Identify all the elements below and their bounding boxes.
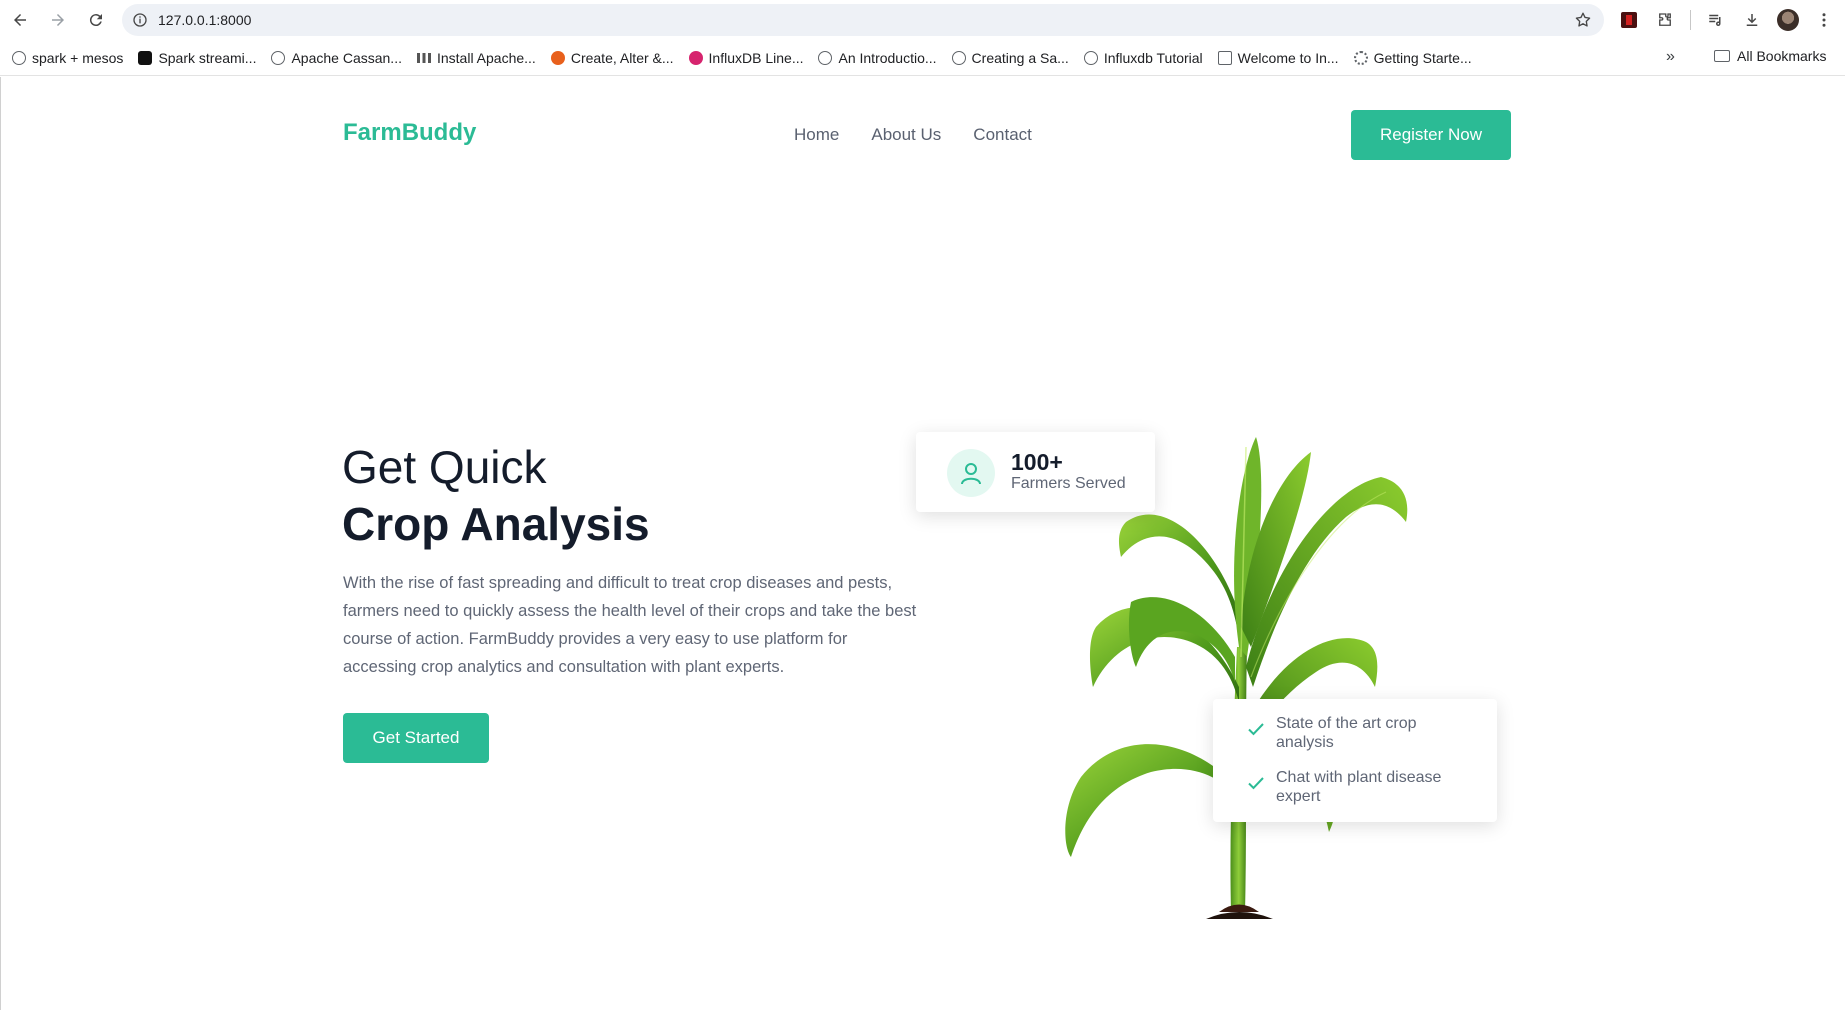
page-content: FarmBuddy Home About Us Contact Register… (0, 77, 1845, 1010)
download-icon[interactable] (1741, 9, 1763, 31)
forward-icon[interactable] (40, 2, 76, 38)
hero-title-line1: Get Quick (342, 441, 547, 493)
bookmark-item[interactable]: Welcome to In... (1217, 50, 1339, 66)
site-favicon-icon (1353, 50, 1368, 65)
back-icon[interactable] (2, 2, 38, 38)
browser-toolbar: 127.0.0.1:8000 (0, 0, 1845, 40)
more-bookmarks-chevron-icon[interactable]: » (1666, 48, 1675, 66)
bookmark-item[interactable]: Getting Starte... (1353, 50, 1472, 66)
user-icon (947, 449, 995, 497)
hero-description: With the rise of fast spreading and diff… (343, 574, 917, 676)
bookmark-item[interactable]: Creating a Sa... (951, 50, 1069, 66)
nav-about-link[interactable]: About Us (871, 125, 941, 145)
extension-pdf-icon[interactable] (1618, 9, 1640, 31)
media-queue-icon[interactable] (1705, 9, 1727, 31)
site-info-icon[interactable] (132, 12, 148, 28)
all-bookmarks-button[interactable]: All Bookmarks (1714, 48, 1826, 64)
bookmark-item[interactable]: Spark streami... (138, 50, 256, 66)
main-nav: Home About Us Contact (794, 125, 1032, 145)
site-favicon-icon (138, 50, 153, 65)
bookmark-item[interactable]: Create, Alter &... (550, 50, 674, 66)
globe-icon (12, 50, 26, 65)
bookmark-item[interactable]: Install Apache... (416, 50, 536, 66)
get-started-button[interactable]: Get Started (343, 713, 489, 763)
features-card: State of the art crop analysis Chat with… (1213, 699, 1497, 822)
globe-icon (271, 50, 286, 65)
brand-logo[interactable]: FarmBuddy (343, 119, 476, 147)
browser-menu-icon[interactable] (1813, 9, 1835, 31)
bookmark-item[interactable]: Apache Cassan... (271, 50, 402, 66)
toolbar-divider (1690, 10, 1691, 30)
globe-icon (951, 50, 966, 65)
farmers-served-card: 100+ Farmers Served (916, 432, 1155, 512)
feature-item: Chat with plant disease expert (1247, 768, 1466, 806)
globe-icon (818, 50, 833, 65)
hero-title-line2: Crop Analysis (342, 498, 650, 550)
url-text[interactable]: 127.0.0.1:8000 (158, 12, 251, 28)
address-bar[interactable]: 127.0.0.1:8000 (122, 4, 1604, 36)
site-favicon-icon (416, 52, 431, 63)
bookmark-item[interactable]: An Introductio... (818, 50, 937, 66)
nav-contact-link[interactable]: Contact (973, 125, 1032, 145)
check-icon (1248, 777, 1264, 790)
profile-avatar[interactable] (1777, 9, 1799, 31)
check-icon (1248, 723, 1264, 736)
extensions-puzzle-icon[interactable] (1654, 9, 1676, 31)
bookmark-item[interactable]: Influxdb Tutorial (1083, 50, 1203, 66)
bookmark-item[interactable]: InfluxDB Line... (688, 50, 803, 66)
stat-label: Farmers Served (1011, 475, 1126, 492)
folder-icon (1714, 50, 1730, 62)
stat-value: 100+ (1011, 449, 1063, 475)
bookmarks-bar: spark + mesos Spark streami... Apache Ca… (0, 40, 1845, 76)
globe-icon (1083, 50, 1098, 65)
nav-home-link[interactable]: Home (794, 125, 839, 145)
reload-icon[interactable] (78, 2, 114, 38)
site-favicon-icon (688, 50, 703, 65)
site-favicon-icon (550, 50, 565, 65)
bookmark-item[interactable]: spark + mesos (12, 50, 123, 66)
site-favicon-icon (1217, 50, 1232, 65)
bookmark-star-icon[interactable] (1574, 11, 1592, 29)
feature-item: State of the art crop analysis (1247, 714, 1466, 752)
register-button[interactable]: Register Now (1351, 110, 1511, 160)
